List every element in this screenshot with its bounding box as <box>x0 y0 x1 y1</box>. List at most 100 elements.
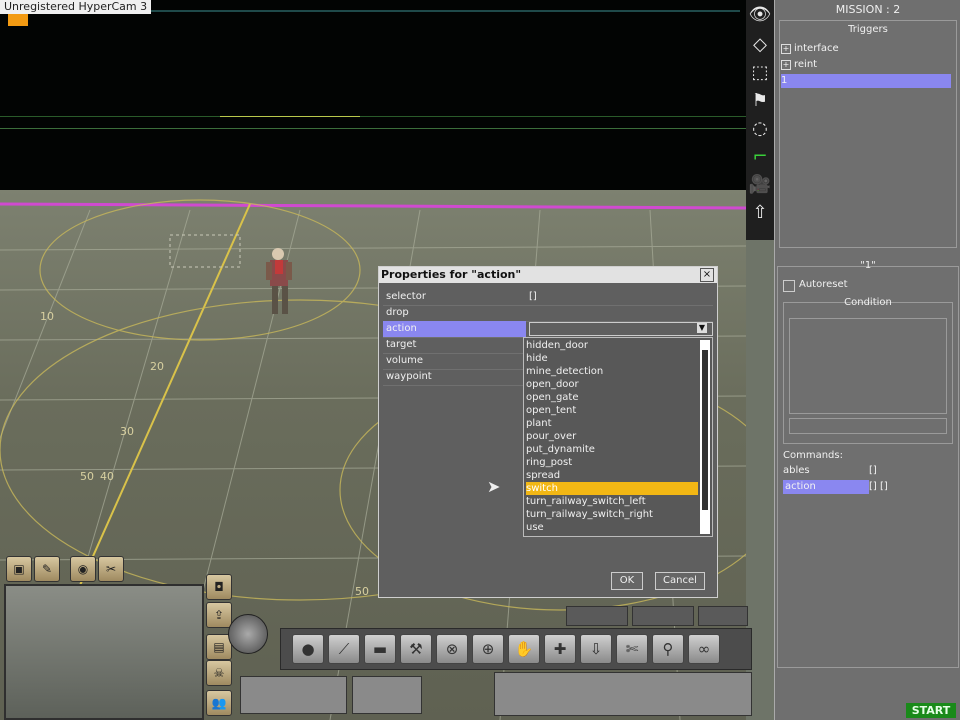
command-row-selected[interactable]: action[] [] <box>783 480 953 494</box>
autoreset-checkbox[interactable] <box>783 280 795 292</box>
property-name: target <box>386 339 417 350</box>
dropdown-option[interactable]: ring_post <box>526 456 698 469</box>
property-value[interactable]: [] <box>529 289 709 305</box>
property-row[interactable]: selector [] <box>383 289 713 306</box>
action-dropdown-list[interactable]: hidden_door hide mine_detection open_doo… <box>523 337 713 537</box>
compass-icon[interactable]: ◉ <box>70 556 96 582</box>
dropdown-option[interactable]: open_door <box>526 378 698 391</box>
dropdown-option[interactable]: hide <box>526 352 698 365</box>
trigger-item[interactable]: + reint <box>781 58 951 72</box>
expand-icon[interactable]: + <box>781 60 791 70</box>
skull-icon[interactable]: ☠ <box>206 660 232 686</box>
dropdown-option[interactable]: mine_detection <box>526 365 698 378</box>
trigger-item-selected[interactable]: 1 <box>781 74 951 88</box>
camera-icon[interactable]: 🎥 <box>748 172 772 196</box>
cube-icon[interactable]: ◇ <box>748 32 772 56</box>
hud-tab[interactable] <box>698 606 748 626</box>
hud-tab[interactable] <box>632 606 694 626</box>
boundary-line <box>0 202 746 210</box>
dropdown-scrollbar[interactable] <box>700 340 710 534</box>
trigger-item[interactable]: + interface <box>781 42 951 56</box>
dropdown-option[interactable]: open_tent <box>526 404 698 417</box>
crosshair-icon[interactable]: ⊕ <box>472 634 504 664</box>
minimap[interactable] <box>4 584 204 720</box>
property-name: action <box>383 321 526 337</box>
rotate-dial-icon[interactable] <box>228 614 268 654</box>
pencil-icon[interactable]: ✎ <box>34 556 60 582</box>
hud-tab[interactable] <box>566 606 628 626</box>
ground-label: 20 <box>150 360 164 373</box>
dropdown-option[interactable]: put_dynamite <box>526 443 698 456</box>
close-icon[interactable]: × <box>700 268 714 282</box>
trigger-label: interface <box>794 43 839 54</box>
properties-dialog: Properties for "action" × selector [] dro… <box>378 266 718 598</box>
dropdown-option[interactable]: spread <box>526 469 698 482</box>
dynamite-icon[interactable]: ▬ <box>364 634 396 664</box>
tool-strip: 👁 ◇ ⬚ ⚑ ◌ ⌐ 🎥 ⇧ <box>746 0 774 240</box>
mission-panel: MISSION : 2 Triggers + interface + reint 1… <box>774 0 960 720</box>
dialog-title: Properties for "action" <box>379 267 717 283</box>
cancel-button[interactable]: Cancel <box>655 572 705 590</box>
ground-label: 10 <box>40 310 54 323</box>
sky-area <box>0 0 746 190</box>
select-area-icon[interactable]: ⬚ <box>748 60 772 84</box>
grenade-icon[interactable]: ● <box>292 634 324 664</box>
mission-title: MISSION : 2 <box>835 3 901 16</box>
dropdown-option[interactable]: turn_railway_switch_left <box>526 495 698 508</box>
command-args: [] [] <box>869 481 888 492</box>
trigger-label: reint <box>794 59 818 70</box>
tool-icon[interactable]: ⚒ <box>400 634 432 664</box>
drop-icon[interactable]: ⇩ <box>580 634 612 664</box>
dropdown-option[interactable]: plant <box>526 417 698 430</box>
paint-icon[interactable]: ▣ <box>6 556 32 582</box>
command-row[interactable]: ables [] <box>783 464 953 478</box>
scan-line <box>0 128 746 129</box>
condition-input[interactable] <box>789 418 947 434</box>
medkit-icon[interactable]: ✚ <box>544 634 576 664</box>
dropdown-option[interactable]: use <box>526 521 698 534</box>
hand-icon[interactable]: ✋ <box>508 634 540 664</box>
flag-icon[interactable]: ⚑ <box>748 88 772 112</box>
recorder-label: Unregistered HyperCam 3 <box>0 0 152 14</box>
property-name: volume <box>386 355 424 366</box>
ground-label: 50 <box>80 470 94 483</box>
expand-icon[interactable]: + <box>781 44 791 54</box>
ground-label: 30 <box>120 425 134 438</box>
scrollbar-thumb[interactable] <box>702 350 708 510</box>
property-row-selected[interactable]: action ▼ <box>383 321 713 338</box>
eye-icon[interactable]: 👁 <box>748 2 772 26</box>
dropdown-option[interactable]: pour_over <box>526 430 698 443</box>
dropdown-option-highlighted[interactable]: switch <box>526 482 698 495</box>
chevron-down-icon[interactable]: ▼ <box>697 323 707 333</box>
command-name: ables <box>783 465 810 476</box>
ground-label: 50 <box>355 585 369 598</box>
upload-icon[interactable]: ⇪ <box>206 602 232 628</box>
syringe-icon[interactable]: ⚲ <box>652 634 684 664</box>
pliers-icon[interactable]: ✄ <box>616 634 648 664</box>
wrench-icon[interactable]: ✂ <box>98 556 124 582</box>
status-slot <box>352 676 422 714</box>
property-name: selector <box>386 291 426 302</box>
arrow-up-icon[interactable]: ⇧ <box>748 200 772 224</box>
start-button[interactable]: START <box>906 703 956 718</box>
triggers-title: Triggers <box>848 24 888 35</box>
circle-icon[interactable]: ◌ <box>748 116 772 140</box>
dropdown-option[interactable]: open_gate <box>526 391 698 404</box>
record-indicator <box>8 14 28 26</box>
condition-editor[interactable] <box>789 318 947 414</box>
people-icon[interactable]: 👥 <box>206 690 232 716</box>
trap-icon[interactable]: ⊗ <box>436 634 468 664</box>
step-icon[interactable]: ⌐ <box>748 144 772 168</box>
knife-icon[interactable]: ⟋ <box>328 634 360 664</box>
dropdown-option[interactable]: turn_railway_switch_right <box>526 508 698 521</box>
sound-icon[interactable]: ◘ <box>206 574 232 600</box>
scan-line <box>100 10 740 12</box>
property-row[interactable]: drop <box>383 305 713 322</box>
dropdown-option[interactable]: hidden_door <box>526 339 698 352</box>
ok-button[interactable]: OK <box>611 572 643 590</box>
soldier-figure[interactable] <box>264 246 306 326</box>
binoculars-icon[interactable]: ∞ <box>688 634 720 664</box>
action-select[interactable] <box>529 322 713 336</box>
status-slot <box>240 676 347 714</box>
mouse-cursor-icon: ➤ <box>487 477 501 496</box>
